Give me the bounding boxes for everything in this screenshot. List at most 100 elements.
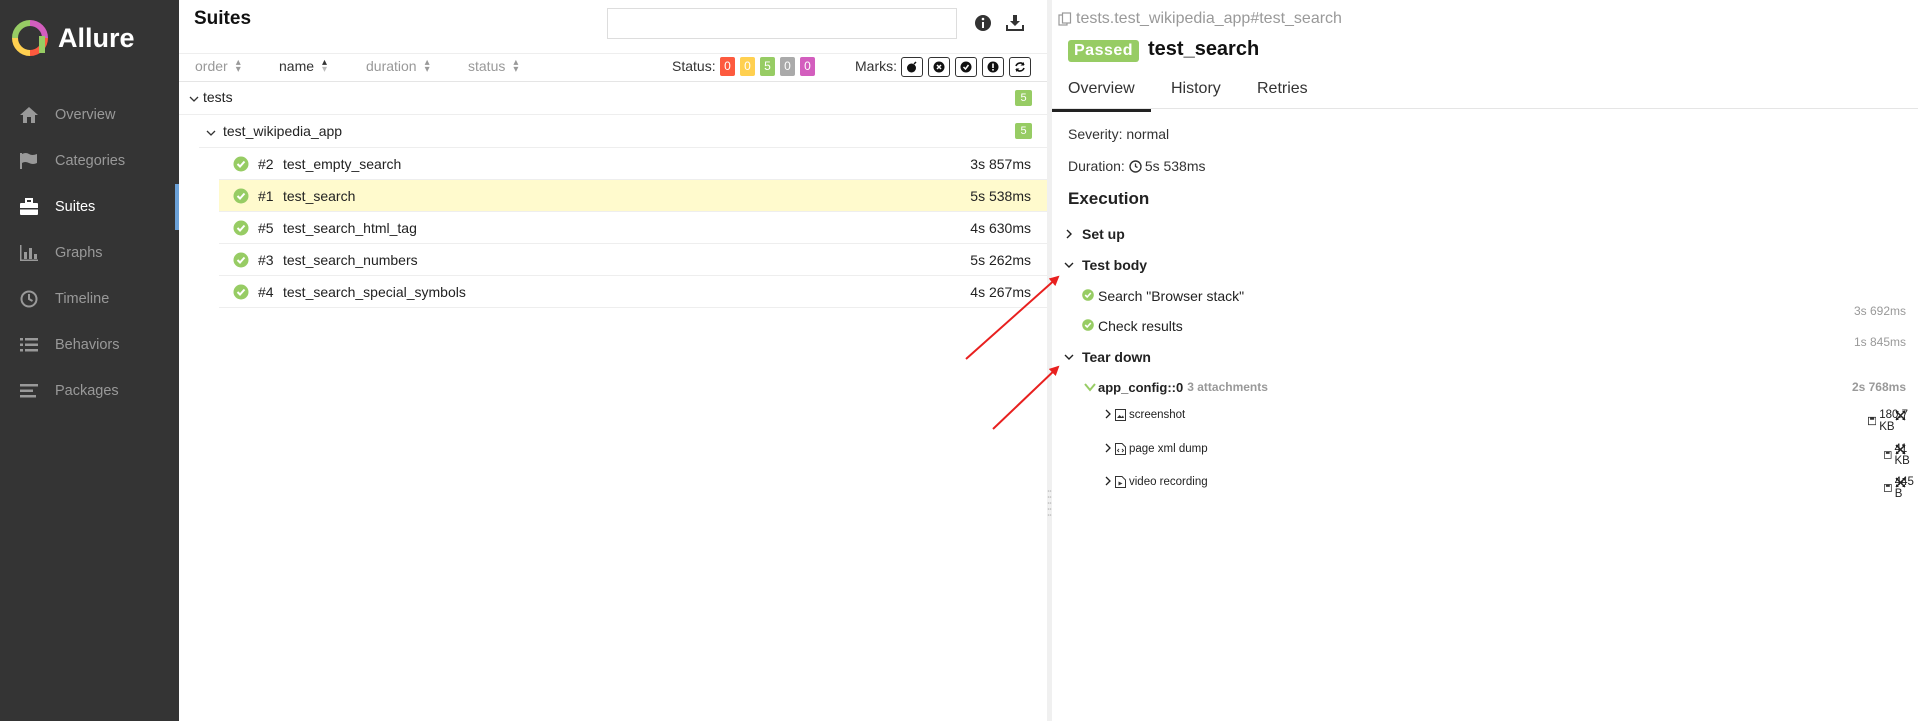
test-name: test_search bbox=[283, 188, 356, 204]
mark-new-broken-toggle[interactable] bbox=[982, 57, 1004, 77]
breadcrumb[interactable]: tests.test_wikipedia_app#test_search bbox=[1058, 10, 1342, 28]
sort-duration-button[interactable]: duration ▴ ▾ bbox=[366, 58, 430, 75]
attachment-row[interactable]: page xml dump 41 KB bbox=[1104, 441, 1918, 467]
mark-flaky-toggle[interactable] bbox=[901, 57, 923, 77]
attachment-row[interactable]: screenshot 180.7 KB bbox=[1104, 407, 1918, 433]
chevron-right-icon bbox=[1064, 229, 1076, 239]
fixture-row[interactable]: app_config::0 3 attachments bbox=[1084, 379, 1268, 395]
sort-status-button[interactable]: status ▴ ▾ bbox=[468, 57, 519, 75]
sidebar-item-categories[interactable]: Categories bbox=[0, 138, 179, 184]
status-label: Status: bbox=[672, 58, 716, 74]
mark-new-passed-toggle[interactable] bbox=[955, 57, 977, 77]
tree-group-tests[interactable]: tests 5 bbox=[179, 83, 1047, 115]
test-row[interactable]: #3 test_search_numbers 5s 262ms bbox=[219, 244, 1047, 276]
attachment-name: page xml dump bbox=[1129, 443, 1208, 455]
sort-arrows-icon: ▴ ▾ bbox=[513, 57, 519, 75]
sidebar-item-label: Categories bbox=[55, 153, 126, 169]
test-number: #4 bbox=[258, 284, 274, 300]
test-number: #5 bbox=[258, 220, 274, 236]
flag-icon bbox=[18, 151, 40, 171]
test-row[interactable]: #4 test_search_special_symbols 4s 267ms bbox=[219, 276, 1047, 308]
sidebar-item-graphs[interactable]: Graphs bbox=[0, 230, 179, 276]
test-number: #2 bbox=[258, 156, 274, 172]
attachment-name: screenshot bbox=[1129, 409, 1186, 421]
sidebar-item-label: Suites bbox=[55, 199, 96, 215]
status-badge: Passed bbox=[1068, 40, 1140, 62]
teardown-section[interactable]: Tear down bbox=[1064, 349, 1151, 365]
count-badge: 5 bbox=[1015, 90, 1032, 106]
test-row[interactable]: #5 test_search_html_tag 4s 630ms bbox=[219, 212, 1047, 244]
step-row[interactable]: Check results bbox=[1082, 318, 1183, 334]
chevron-right-icon bbox=[1104, 476, 1112, 489]
save-icon bbox=[1884, 484, 1892, 492]
sort-order-button[interactable]: order ▴ ▾ bbox=[195, 58, 241, 75]
status-failed-toggle[interactable]: 0 bbox=[720, 57, 735, 76]
attachment-name: video recording bbox=[1129, 476, 1208, 488]
test-body-section[interactable]: Test body bbox=[1064, 257, 1147, 273]
duration-label: Duration: bbox=[1068, 158, 1125, 174]
step-duration: 3s 692ms bbox=[1853, 304, 1906, 318]
step-duration: 1s 845ms bbox=[1853, 335, 1906, 349]
page-title: Suites bbox=[194, 8, 252, 29]
brand-name: Allure bbox=[58, 22, 135, 53]
status-passed-toggle[interactable]: 5 bbox=[760, 57, 775, 76]
section-label: Set up bbox=[1082, 226, 1125, 242]
tree-group-label: tests bbox=[203, 89, 233, 105]
status-skipped-toggle[interactable]: 0 bbox=[780, 57, 795, 76]
passed-icon bbox=[1082, 288, 1094, 304]
search-input[interactable] bbox=[607, 8, 957, 39]
duration-value: 5s 538ms bbox=[1144, 158, 1206, 174]
status-unknown-toggle[interactable]: 0 bbox=[800, 57, 815, 76]
chevron-down-icon bbox=[1064, 260, 1076, 270]
marks-label: Marks: bbox=[855, 58, 897, 74]
sort-name-button[interactable]: name ▴ ▾ bbox=[279, 58, 327, 75]
sidebar-item-suites[interactable]: Suites bbox=[0, 184, 179, 230]
expand-icon[interactable] bbox=[1895, 444, 1906, 458]
step-label: Check results bbox=[1098, 318, 1183, 334]
download-icon[interactable] bbox=[1005, 14, 1025, 34]
passed-icon bbox=[233, 284, 249, 303]
duration-row: Duration: 5s 538ms bbox=[1068, 158, 1206, 174]
chevron-down-icon bbox=[1064, 352, 1076, 362]
tree-group-test-wikipedia-app[interactable]: test_wikipedia_app 5 bbox=[199, 115, 1047, 148]
test-duration: 5s 538ms bbox=[970, 188, 1031, 204]
mark-new-failed-toggle[interactable] bbox=[928, 57, 950, 77]
expand-icon[interactable] bbox=[1895, 410, 1906, 424]
briefcase-icon bbox=[18, 197, 40, 217]
info-icon[interactable] bbox=[974, 14, 994, 34]
test-name: test_empty_search bbox=[283, 156, 402, 172]
align-left-icon bbox=[18, 381, 40, 401]
list-icon bbox=[18, 335, 40, 355]
save-icon bbox=[1884, 451, 1892, 459]
expand-icon[interactable] bbox=[1895, 477, 1906, 491]
testcase-tabs: Overview History Retries bbox=[1052, 73, 1918, 112]
brand[interactable]: Allure bbox=[12, 18, 135, 58]
sidebar-item-packages[interactable]: Packages bbox=[0, 368, 179, 414]
sidebar: Allure Overview Categories Suites Graphs bbox=[0, 0, 179, 721]
image-file-icon bbox=[1115, 409, 1126, 424]
mark-retries-toggle[interactable] bbox=[1009, 57, 1031, 77]
status-broken-toggle[interactable]: 0 bbox=[740, 57, 755, 76]
code-file-icon bbox=[1115, 443, 1126, 458]
test-name: test_search_special_symbols bbox=[283, 284, 466, 300]
attachment-row[interactable]: video recording 445 B bbox=[1104, 474, 1918, 500]
testcase-pane: tests.test_wikipedia_app#test_search Pas… bbox=[1052, 0, 1918, 721]
step-row[interactable]: Search "Browser stack" bbox=[1082, 288, 1244, 304]
chevron-down-icon bbox=[206, 125, 216, 141]
sidebar-item-timeline[interactable]: Timeline bbox=[0, 276, 179, 322]
test-row[interactable]: #2 test_empty_search 3s 857ms bbox=[219, 148, 1047, 180]
sidebar-item-behaviors[interactable]: Behaviors bbox=[0, 322, 179, 368]
tab-retries[interactable]: Retries bbox=[1257, 80, 1308, 98]
test-name: test_search_html_tag bbox=[283, 220, 417, 236]
video-file-icon bbox=[1115, 476, 1126, 491]
passed-icon bbox=[233, 188, 249, 207]
setup-section[interactable]: Set up bbox=[1064, 226, 1125, 242]
section-label: Tear down bbox=[1082, 349, 1151, 365]
sidebar-item-overview[interactable]: Overview bbox=[0, 92, 179, 138]
test-row-selected[interactable]: #1 test_search 5s 538ms bbox=[219, 180, 1047, 212]
test-duration: 4s 630ms bbox=[970, 220, 1031, 236]
suites-pane: Suites order ▴ ▾ name ▴ ▾ duration ▴ ▾ status ▴… bbox=[179, 0, 1047, 721]
attachment-size: 180.7 KB bbox=[1868, 409, 1918, 433]
tab-history[interactable]: History bbox=[1171, 80, 1221, 98]
tab-overview[interactable]: Overview bbox=[1052, 80, 1151, 112]
